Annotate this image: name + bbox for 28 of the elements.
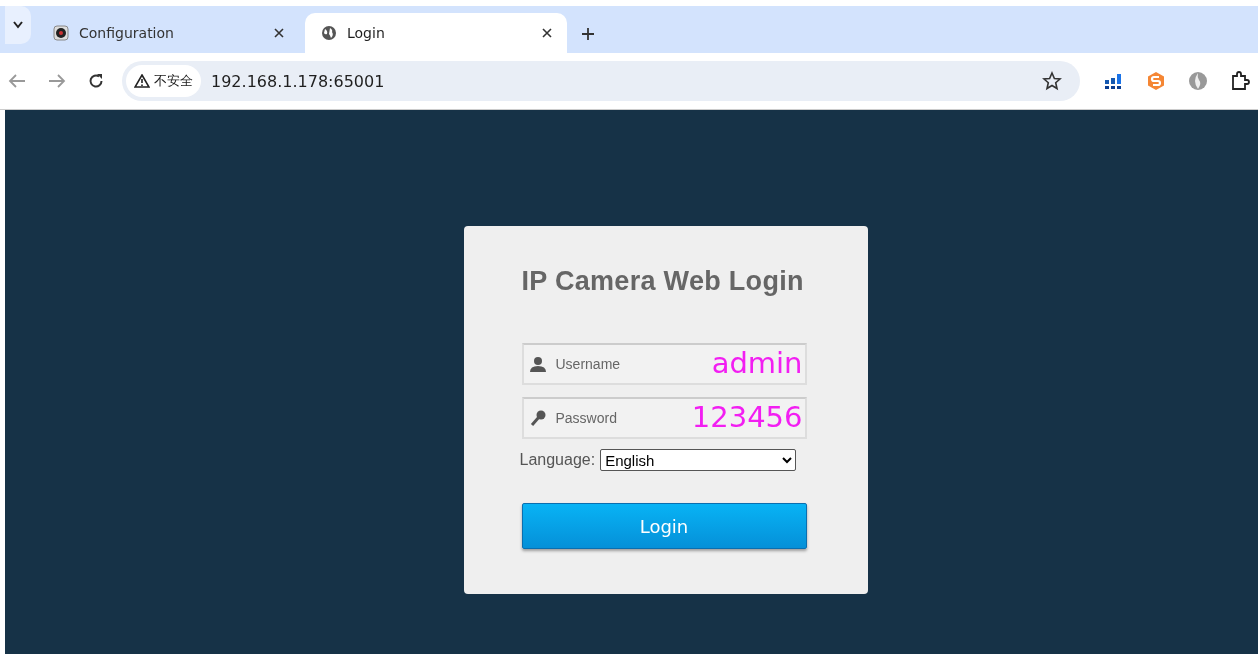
annotation-text: admin [711,345,803,381]
annotation-text: 123456 [691,399,803,435]
security-label: 不安全 [154,72,193,90]
reload-icon[interactable] [88,73,104,89]
forward-icon[interactable] [48,73,66,89]
login-title: IP Camera Web Login [521,266,805,297]
caret-icon [13,21,23,29]
camera-icon [53,25,69,41]
security-chip[interactable]: 不安全 [126,65,201,97]
puzzle-icon[interactable] [1230,71,1250,91]
bar-chart-icon[interactable] [1104,72,1124,90]
address-bar[interactable]: 不安全 192.168.1.178:65001 [122,61,1080,101]
close-icon[interactable] [273,27,285,39]
url-text: 192.168.1.178:65001 [211,71,386,91]
browser-tab[interactable]: Configuration [37,13,299,53]
new-tab-icon[interactable] [581,27,595,41]
browser-tab[interactable]: Login [305,13,567,53]
key-icon [529,410,546,426]
bookmark-star-icon[interactable] [1042,71,1062,91]
moon-circle-icon[interactable] [1188,71,1208,91]
warning-icon [134,74,150,88]
close-icon[interactable] [541,27,553,39]
person-icon [529,356,546,372]
language-label: Language: [519,451,596,469]
globe-icon [321,25,337,41]
language-select[interactable]: English [600,449,797,471]
tab-list-button[interactable] [5,6,31,44]
back-icon[interactable] [8,73,26,89]
